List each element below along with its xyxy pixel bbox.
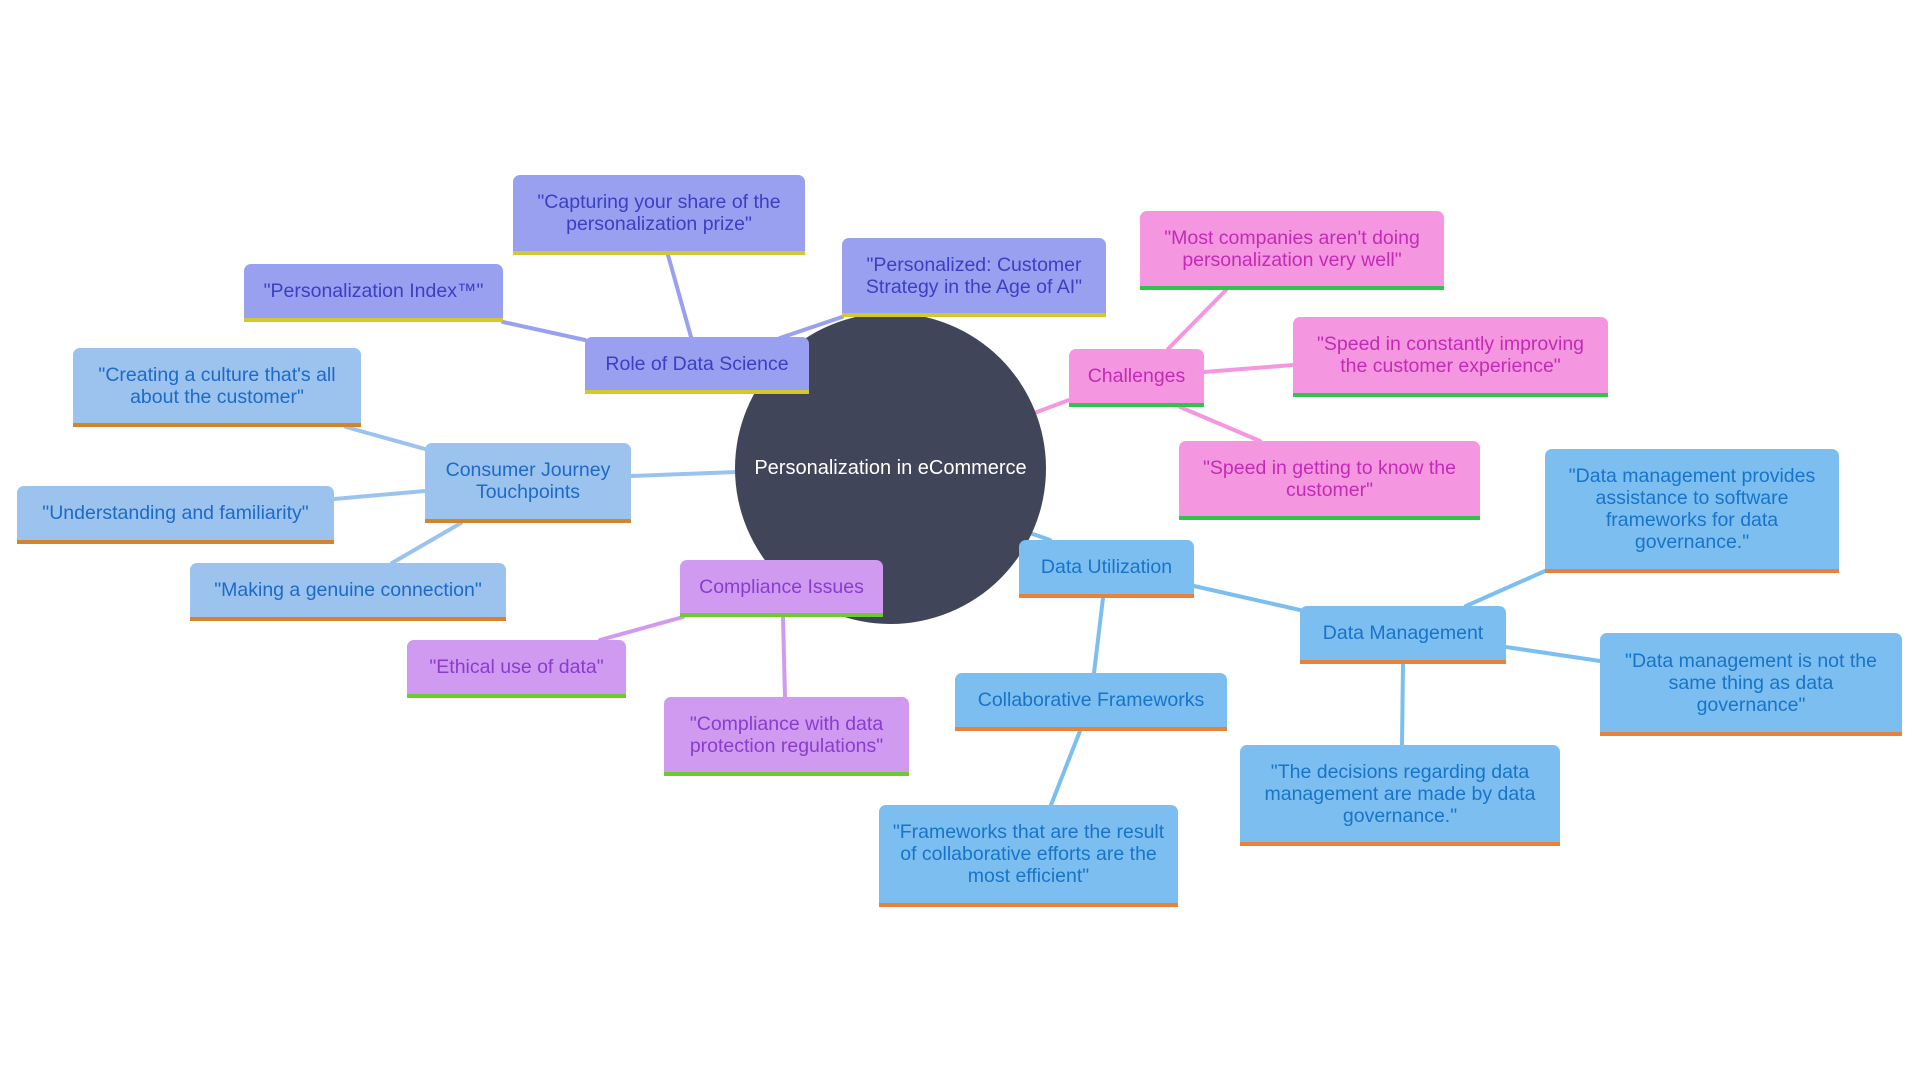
edge-compliance-regulations: [781, 615, 787, 699]
node-collaborative-frameworks[interactable]: Collaborative Frameworks: [955, 673, 1227, 731]
node-label: Data Utilization: [1040, 556, 1173, 578]
node-label: Data Management: [1322, 622, 1484, 644]
node-label: "Most companies aren't doing personaliza…: [1164, 226, 1420, 271]
edge-consumer-culture: [344, 425, 427, 451]
node-label: "Data management is not the same thing a…: [1625, 649, 1877, 716]
node-label: "Personalized: Customer Strategy in the …: [865, 253, 1083, 298]
node-dm-decisions[interactable]: "The decisions regarding data management…: [1240, 745, 1560, 846]
node-data-utilization[interactable]: Data Utilization: [1019, 540, 1194, 598]
edge-management-provides: [1464, 569, 1547, 608]
node-ethical-use[interactable]: "Ethical use of data": [407, 640, 626, 698]
edge-root-challenges: [1035, 398, 1071, 414]
edge-challenges-constantly: [1202, 363, 1295, 374]
node-label: "Understanding and familiarity": [42, 502, 309, 524]
node-label: "Compliance with data protection regulat…: [689, 712, 884, 757]
edge-root-consumer: [629, 470, 739, 478]
node-most-companies[interactable]: "Most companies aren't doing personaliza…: [1140, 211, 1444, 290]
node-consumer-journey[interactable]: Consumer Journey Touchpoints: [425, 443, 631, 523]
node-label: "Frameworks that are the result of colla…: [892, 821, 1165, 887]
node-label: "The decisions regarding data management…: [1264, 760, 1536, 827]
node-personalization-index[interactable]: "Personalization Index™": [244, 264, 503, 322]
node-label: "Speed in getting to know the customer": [1202, 456, 1456, 501]
node-label: "Ethical use of data": [429, 656, 604, 678]
node-compliance-regulations[interactable]: "Compliance with data protection regulat…: [664, 697, 909, 776]
root-label: Personalization in eCommerce: [754, 457, 1027, 479]
node-creating-culture[interactable]: "Creating a culture that's all about the…: [73, 348, 361, 427]
node-personalized-book[interactable]: "Personalized: Customer Strategy in the …: [842, 238, 1106, 317]
edge-management-notsame: [1504, 645, 1602, 663]
node-label: Challenges: [1087, 365, 1186, 387]
node-understanding[interactable]: "Understanding and familiarity": [17, 486, 334, 544]
edge-compliance-ethical: [598, 615, 685, 642]
edge-consumer-understanding: [332, 489, 427, 501]
edge-challenges-getting: [1178, 405, 1262, 443]
node-role-of-data-science[interactable]: Role of Data Science: [585, 337, 809, 394]
node-label: "Capturing your share of the personaliza…: [537, 191, 781, 235]
edge-challenges-most: [1166, 288, 1228, 351]
node-label: "Making a genuine connection": [214, 579, 482, 601]
node-label: Compliance Issues: [699, 575, 864, 598]
node-label: Consumer Journey Touchpoints: [445, 459, 611, 503]
edge-root-utilization: [1028, 531, 1052, 542]
edge-role-index: [501, 320, 587, 342]
node-speed-knowing[interactable]: "Speed in getting to know the customer": [1179, 441, 1480, 520]
node-compliance-issues[interactable]: Compliance Issues: [680, 560, 883, 617]
node-genuine-connection[interactable]: "Making a genuine connection": [190, 563, 506, 621]
edge-collab-frameworks: [1049, 729, 1082, 807]
edge-consumer-genuine: [390, 521, 463, 565]
node-data-management[interactable]: Data Management: [1300, 606, 1506, 664]
node-capturing-share[interactable]: "Capturing your share of the personaliza…: [513, 175, 805, 255]
edge-utilization-management: [1192, 584, 1302, 612]
edge-utilization-collab: [1092, 596, 1105, 675]
node-label: "Creating a culture that's all about the…: [98, 363, 336, 408]
node-label: "Speed in constantly improving the custo…: [1316, 333, 1585, 377]
node-challenges[interactable]: Challenges: [1069, 349, 1204, 407]
node-frameworks-efficient[interactable]: "Frameworks that are the result of colla…: [879, 805, 1178, 907]
edge-role-capturing: [666, 253, 693, 339]
node-speed-improving[interactable]: "Speed in constantly improving the custo…: [1293, 317, 1608, 397]
node-dm-not-same[interactable]: "Data management is not the same thing a…: [1600, 633, 1902, 736]
node-label: "Data management provides assistance to …: [1568, 465, 1816, 553]
edge-management-decisions: [1400, 662, 1405, 747]
node-dm-provides[interactable]: "Data management provides assistance to …: [1545, 449, 1839, 573]
node-label: Collaborative Frameworks: [977, 689, 1205, 711]
node-label: Role of Data Science: [605, 352, 789, 375]
node-label: "Personalization Index™": [263, 280, 484, 302]
